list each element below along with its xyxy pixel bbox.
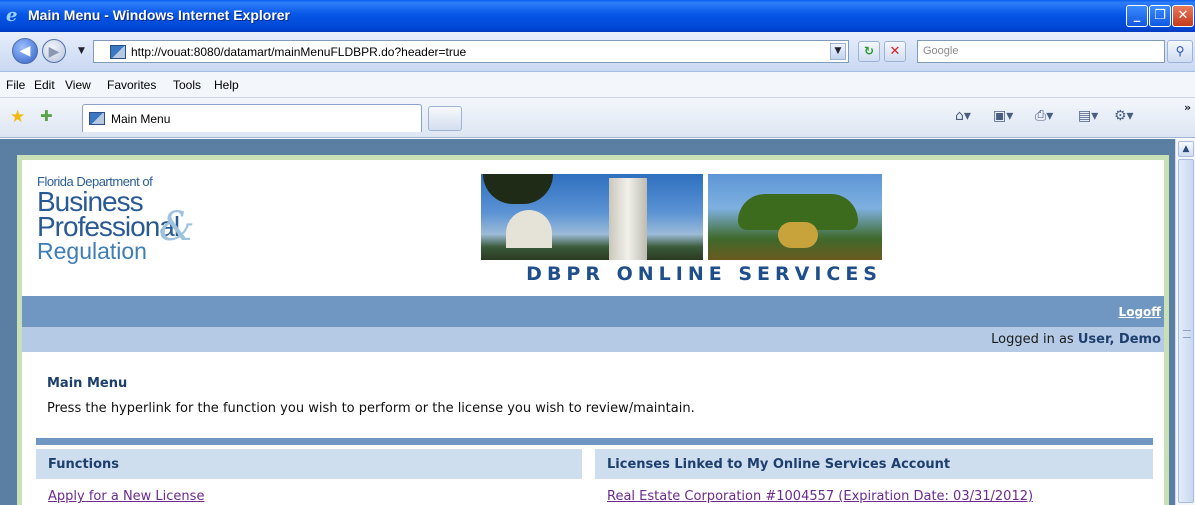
restore-button[interactable]: ❐ [1149,5,1171,27]
licenses-header: Licenses Linked to My Online Services Ac… [595,449,1153,479]
license-link[interactable]: Real Estate Corporation #1004557 (Expira… [607,489,1033,504]
search-input[interactable]: Google [917,40,1165,63]
capitol-photo [481,174,703,260]
new-tab-button[interactable] [428,106,462,131]
apply-new-license-link[interactable]: Apply for a New License [48,489,204,504]
menu-view[interactable]: View [65,78,91,92]
logo-ampersand: & [159,204,195,250]
menu-favorites[interactable]: Favorites [107,78,156,92]
title-bar: e Main Menu - Windows Internet Explorer … [0,0,1195,32]
feeds-icon[interactable]: ▣▾ [993,108,1013,124]
vertical-scrollbar[interactable]: ▲ [1175,139,1195,505]
tab-bar: ★ ✚ Main Menu ⌂▾ ▣▾ ⎙▾ ▤▾ ⚙▾ » [0,98,1195,138]
tools-gear-icon[interactable]: ⚙▾ [1114,108,1134,124]
address-field[interactable]: http://vouat:8080/datamart/mainMenuFLDBP… [93,40,849,63]
more-commands-icon[interactable]: » [1184,101,1191,114]
refresh-button[interactable]: ↻ [858,41,880,62]
scroll-up-icon[interactable]: ▲ [1178,141,1194,157]
home-icon[interactable]: ⌂▾ [955,108,971,124]
search-button[interactable]: ⚲ [1167,40,1193,63]
logoff-link[interactable]: Logoff [1119,305,1161,319]
menu-edit[interactable]: Edit [34,78,55,92]
page-frame: Florida Department of Business Professio… [17,155,1169,505]
menu-bar: File Edit View Favorites Tools Help [0,72,1195,98]
address-toolbar: ◀ ▶ ▼ http://vouat:8080/datamart/mainMen… [0,32,1195,72]
search-placeholder: Google [923,45,959,57]
browser-window: e Main Menu - Windows Internet Explorer … [0,0,1195,505]
menu-tools[interactable]: Tools [173,78,201,92]
page-body: Florida Department of Business Professio… [22,160,1164,505]
window-title: Main Menu - Windows Internet Explorer [28,7,291,23]
menu-help[interactable]: Help [214,78,239,92]
recent-pages-dropdown-icon[interactable]: ▼ [78,46,85,56]
user-info-bar: Logged in as User, Demo [22,327,1164,352]
page-menu-icon[interactable]: ▤▾ [1078,108,1098,124]
logo-line-4: Regulation [37,238,147,264]
add-favorites-icon[interactable]: ✚ [40,107,53,125]
logged-in-user: User, Demo [1077,332,1161,347]
menu-file[interactable]: File [6,78,25,92]
instructions-text: Press the hyperlink for the function you… [47,401,695,416]
banner-image: DBPR ONLINE SERVICES [481,174,882,286]
close-button[interactable]: ✕ [1172,5,1194,27]
scrollbar-thumb[interactable] [1178,159,1194,503]
logo-line-3: Professional [37,211,180,242]
page-viewport: Florida Department of Business Professio… [0,139,1195,505]
internet-explorer-icon: e [6,5,18,26]
section-divider [36,438,1153,445]
minimize-button[interactable]: _ [1126,5,1148,27]
stop-button[interactable]: ✕ [884,41,906,62]
tab-favicon-icon [89,112,105,125]
favorites-star-icon[interactable]: ★ [10,107,25,127]
dbpr-logo: Florida Department of Business Professio… [37,174,237,263]
back-button[interactable]: ◀ [12,38,38,64]
logged-in-prefix: Logged in as [991,332,1074,347]
header-bar: Logoff [22,296,1164,327]
palm-tree-photo [708,174,882,260]
address-url[interactable]: http://vouat:8080/datamart/mainMenuFLDBP… [131,45,466,59]
functions-header: Functions [36,449,582,479]
tab-main-menu[interactable]: Main Menu [82,104,422,132]
logged-in-status: Logged in as User, Demo [991,332,1161,347]
page-favicon-icon [110,45,126,59]
page-title: Main Menu [47,376,128,391]
address-dropdown-icon[interactable]: ▼ [830,43,846,60]
tab-label: Main Menu [111,112,171,126]
print-icon[interactable]: ⎙▾ [1035,108,1053,124]
banner-caption: DBPR ONLINE SERVICES [526,263,882,285]
forward-button[interactable]: ▶ [42,39,66,63]
